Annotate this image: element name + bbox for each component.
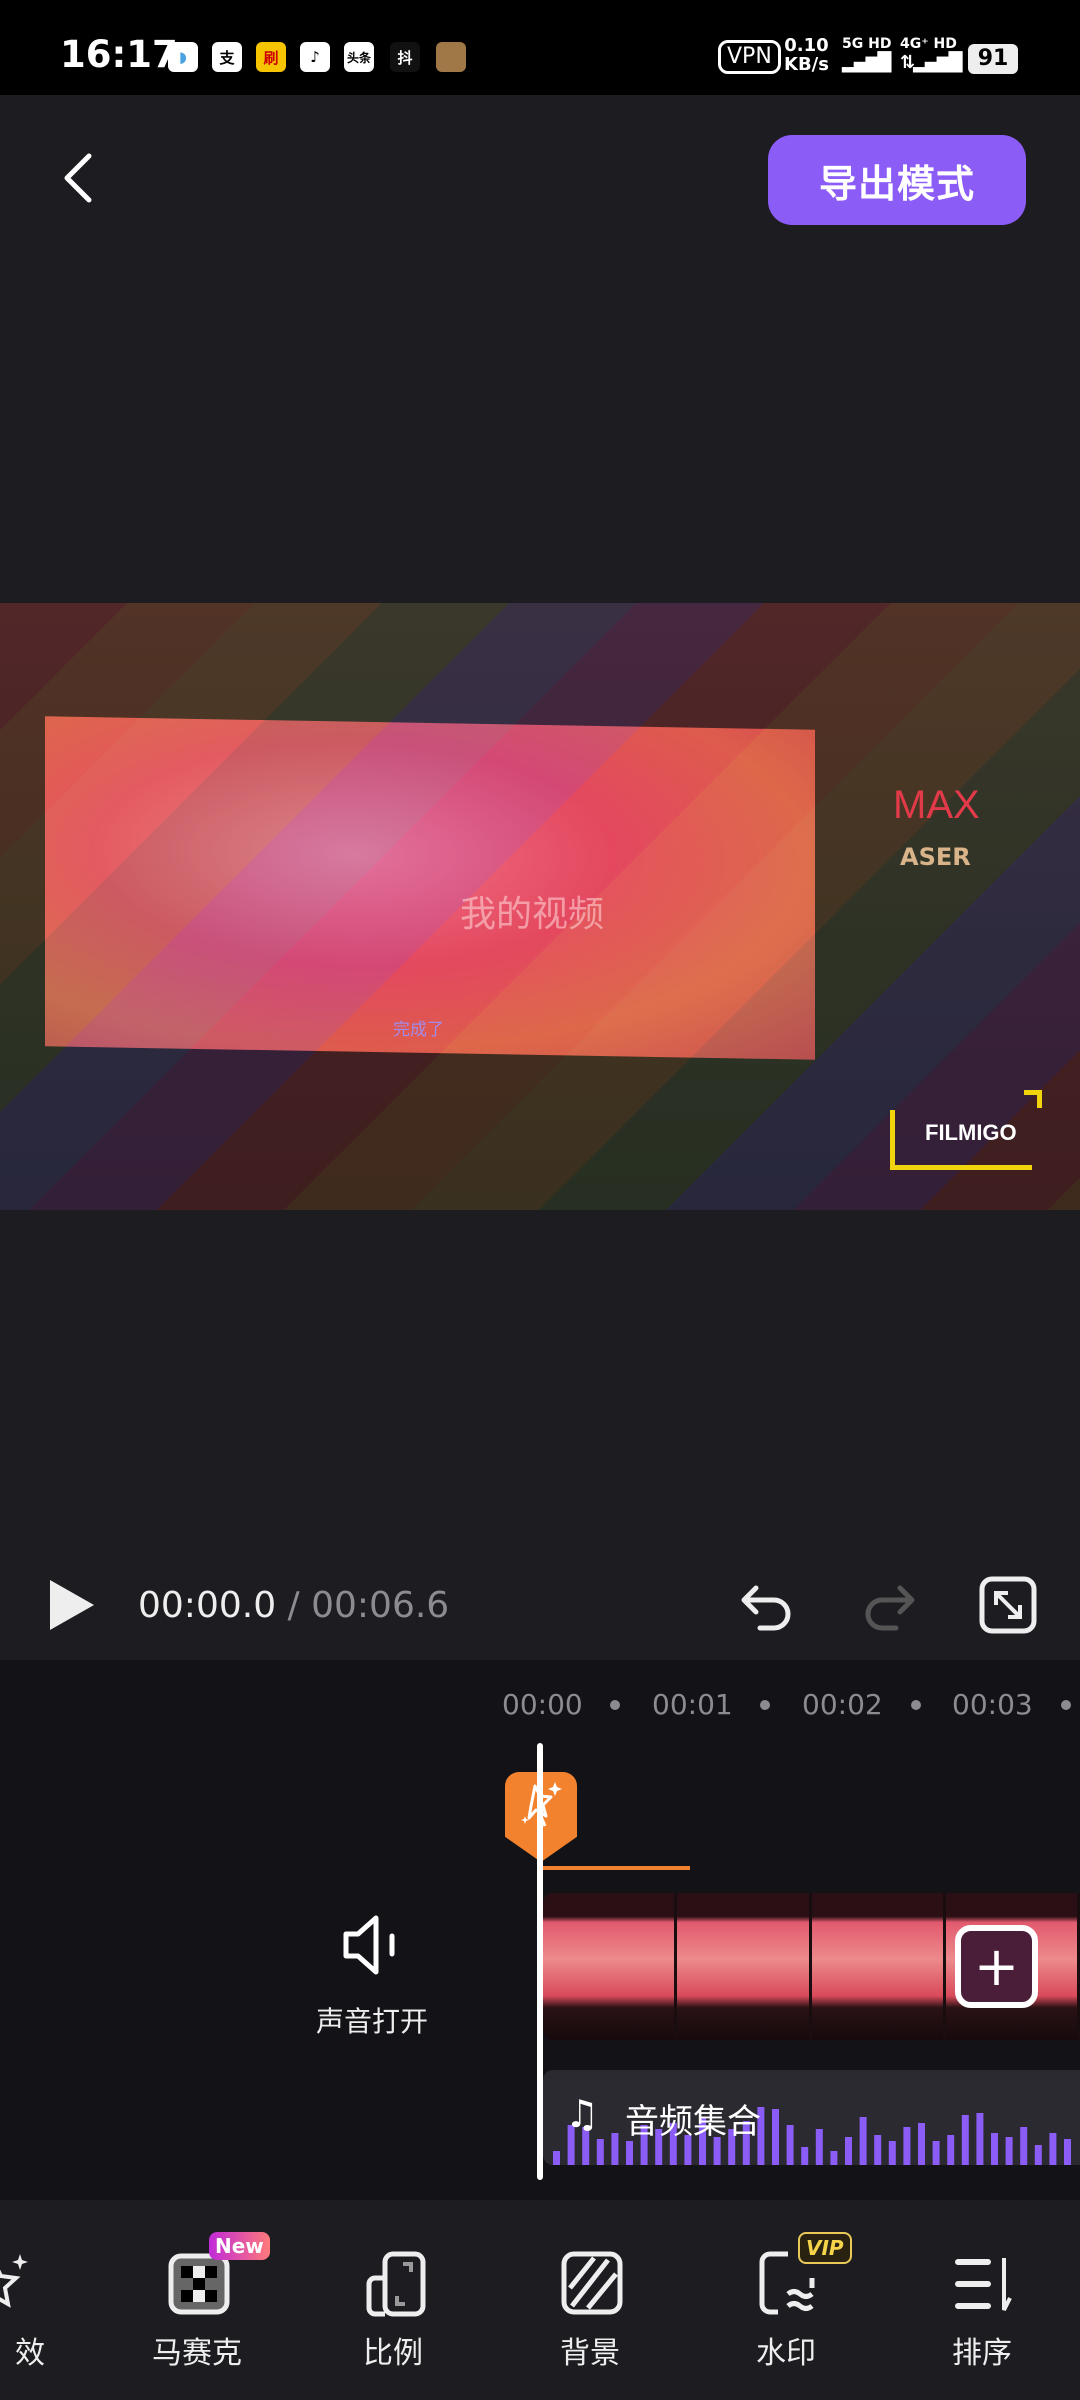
ruler-dot [760,1700,770,1710]
waveform-bar [874,2135,882,2165]
sort-icon [955,2258,1012,2311]
app-music-icon: ♪ [300,42,330,72]
sign-max: MAX [893,783,980,827]
app-game-icon [436,42,466,72]
ruler-dot [610,1700,620,1710]
vip-badge: VIP [798,2232,852,2264]
export-button[interactable]: 导出模式 [768,135,1026,225]
speed-value: 0.10 [784,35,829,56]
clip-thumbnail [811,1893,946,2040]
waveform-bar [1020,2127,1028,2165]
waveform-bar [1049,2133,1057,2165]
fullscreen-icon[interactable] [978,1575,1038,1635]
toolbar-label: 比例 [363,2336,423,2371]
waveform-bar [772,2109,779,2165]
toolbar-item-ratio[interactable]: 比例 [333,2240,453,2380]
waveform-bar [991,2133,998,2165]
waveform-bar [903,2127,911,2165]
play-button[interactable] [50,1580,94,1630]
chevron-left-icon[interactable] [55,150,105,206]
watermark-logo[interactable]: FILMIGO [890,1090,1042,1170]
app-toutiao-icon: 头条 [344,42,374,72]
video-title-text[interactable]: 我的视频 [460,885,604,937]
waveform-bar [596,2139,604,2165]
sim1-label: 5G HD [842,36,892,52]
status-time: 16:17 [60,33,178,76]
waveform-bar [976,2113,984,2165]
app-whale-icon: ◗ [168,42,198,72]
waveform-bar [859,2117,867,2165]
toolbar-label: ​效 [15,2336,45,2371]
background-icon [561,2251,623,2315]
audio-waveform [553,2107,1071,2165]
add-clip-button[interactable]: + [955,1925,1038,2008]
network-speed: 0.10 KB/s [784,36,829,74]
waveform-bar [947,2135,955,2165]
sim2-label: 4G⁺ HD [900,36,957,52]
waveform-bar [888,2141,896,2165]
sign-laser: ASER [900,843,971,871]
toolbar-item-background[interactable]: 背景 [530,2240,650,2380]
toolbar-item-mosaic[interactable]: New 马赛克 [137,2232,270,2380]
app-yellow-icon: 刷 [256,42,286,72]
signal-sim1: 5G HD ▂▄▆█ [842,36,892,73]
speaker-icon[interactable] [340,1910,410,1980]
waveform-bar [961,2115,969,2165]
battery-indicator: 91 [968,44,1018,74]
clip-thumbnail [677,1893,812,2040]
playhead[interactable] [537,1743,543,2180]
new-badge: New [209,2232,270,2260]
audio-track[interactable]: ♫ 音频集合 [543,2070,1080,2165]
watermark-text: FILMIGO [925,1120,1017,1145]
playback-time: 00:00.0 / 00:06.6 [138,1585,449,1626]
total-time: 00:06.6 [311,1585,450,1626]
toolbar-item-sort[interactable]: 排序 [922,2240,1042,2380]
toolbar-label: 背景 [560,2336,620,2371]
time-ruler-tick: 00:00 [502,1688,583,1721]
vpn-indicator: VPN [718,40,781,74]
waveform-bar [918,2123,925,2165]
app-alipay-icon: 支 [212,42,242,72]
aspect-ratio-icon [366,2251,426,2317]
undo-icon[interactable] [738,1578,798,1634]
video-subtitle-text[interactable]: 完成了 [393,1015,444,1040]
toolbar-item-watermark[interactable]: VIP 水印 [726,2232,852,2380]
waveform-bar [1005,2137,1013,2165]
waveform-bar [830,2151,838,2165]
toolbar-label: 水印 [756,2336,816,2371]
time-ruler-tick: 00:01 [652,1688,733,1721]
waveform-bar [1064,2139,1071,2165]
video-preview[interactable]: 我的视频 完成了 MAX ASER FILMIGO [0,603,1080,1210]
redo-icon[interactable] [858,1578,918,1634]
ruler-dot [911,1700,921,1710]
current-time: 00:00.0 [138,1585,277,1626]
time-separator: / [276,1585,312,1626]
waveform-bar [626,2141,633,2165]
waveform-bar [1034,2145,1042,2165]
waveform-bar [611,2133,619,2165]
waveform-bar [845,2137,852,2165]
ruler-dot [1061,1700,1071,1710]
audio-track-label: 音频集合 [625,2102,761,2142]
waveform-bar [815,2129,823,2165]
toolbar-label: 排序 [952,2336,1012,2371]
magic-wand-icon [0,2254,28,2308]
speed-unit: KB/s [784,54,829,75]
music-note-icon: ♫ [565,2092,600,2136]
time-ruler-tick: 00:02 [802,1688,883,1721]
effect-duration-bar[interactable] [540,1866,690,1870]
waveform-bar [553,2151,560,2165]
toolbar-label: 马赛克 [152,2336,242,2371]
waveform-bar [801,2147,809,2165]
waveform-bar [786,2125,794,2165]
clip-thumbnail [543,1893,678,2040]
toolbar-item-effects[interactable]: ​效 [0,2240,60,2380]
time-ruler-tick: 00:03 [952,1688,1033,1721]
app-tiktok-icon: 抖 [390,42,420,72]
signal-sim2: 4G⁺ HD ⇅▂▄▆█ [900,36,962,73]
sound-toggle-label[interactable]: 声音打开 [316,2000,428,2040]
waveform-bar [932,2141,940,2165]
